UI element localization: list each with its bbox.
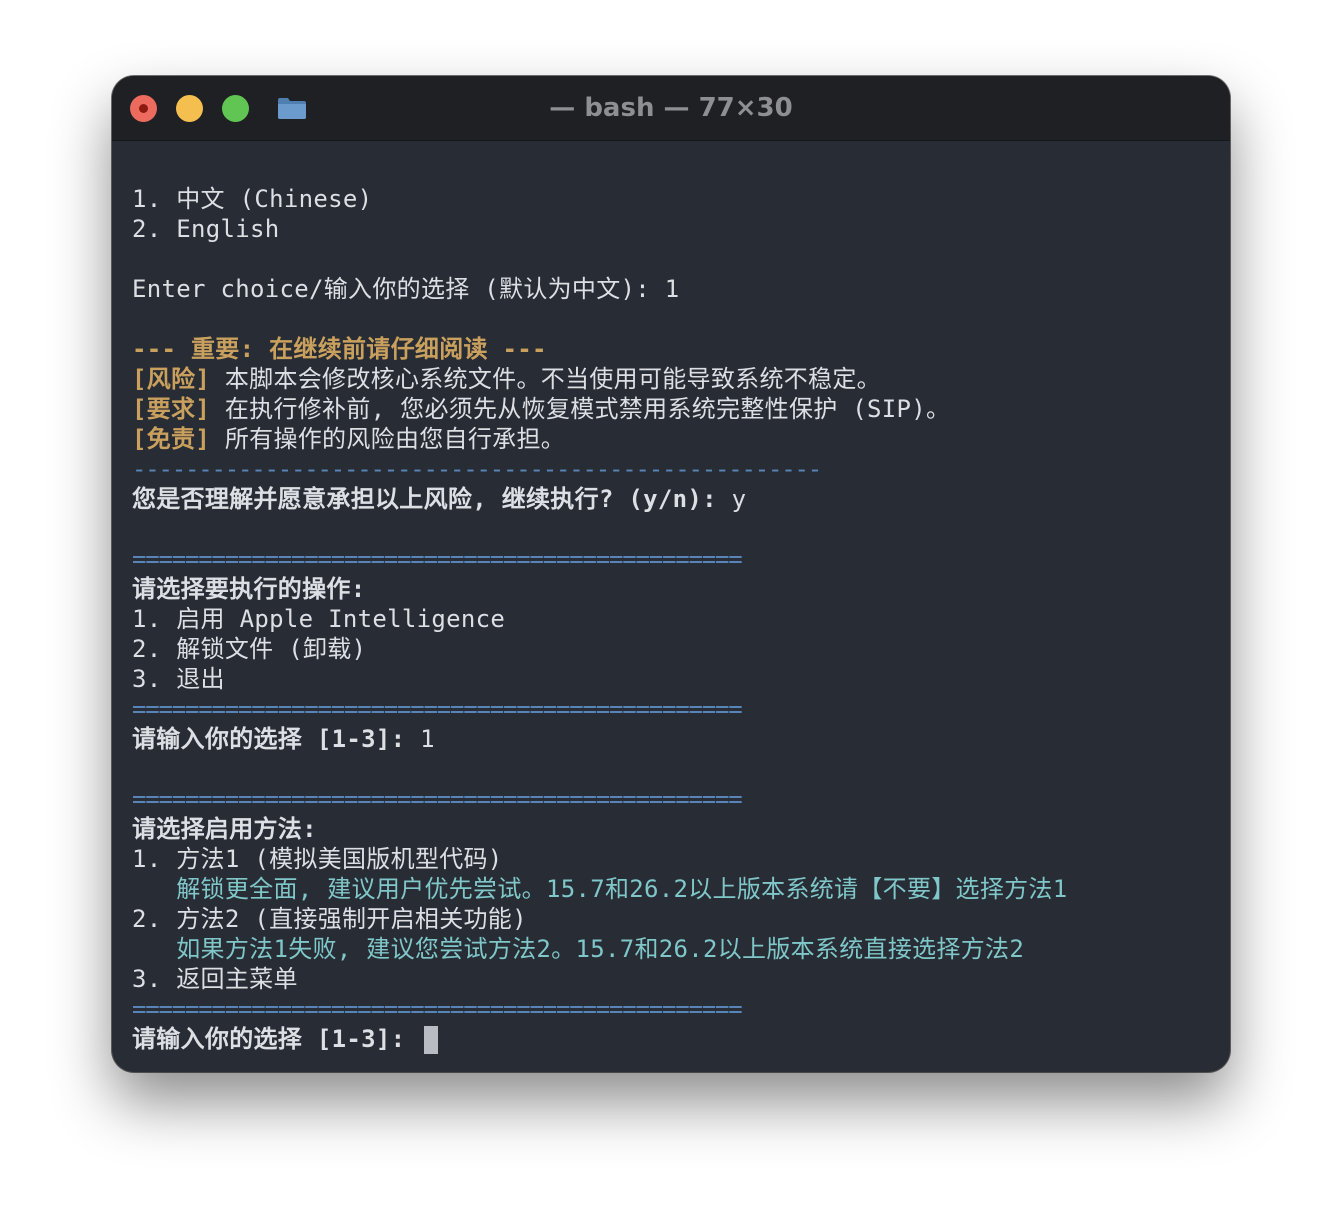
method-option-2: 2. 方法2 (直接强制开启相关功能) (132, 905, 527, 933)
language-prompt: Enter choice/输入你的选择 (默认为中文): (132, 275, 665, 303)
menu-prompt: 请输入你的选择 [1-3]: (132, 725, 421, 753)
equals-separator: ========================================… (132, 785, 743, 813)
title-bar[interactable]: — bash — 77×30 (112, 76, 1230, 141)
menu-option-enable: 1. 启用 Apple Intelligence (132, 605, 506, 633)
equals-separator: ========================================… (132, 545, 743, 573)
language-input-value: 1 (664, 275, 680, 303)
final-prompt-line[interactable]: 请输入你的选择 [1-3]: (132, 1024, 1210, 1054)
method-option-1-hint: 解锁更全面, 建议用户优先尝试。15.7和26.2以上版本系统请【不要】选择方法… (132, 875, 1068, 903)
terminal-window: — bash — 77×30 1. 中文 (Chinese) 2. Englis… (112, 76, 1230, 1072)
requirement-tag: [要求] (132, 395, 211, 423)
risk-line: [风险] 本脚本会修改核心系统文件。不当使用可能导致系统不稳定。 (132, 364, 1210, 394)
risk-text: 本脚本会修改核心系统文件。不当使用可能导致系统不稳定。 (210, 365, 881, 393)
window-title: — bash — 77×30 (549, 93, 793, 123)
method-title: 请选择启用方法: (132, 815, 317, 843)
disclaimer-line: [免责] 所有操作的风险由您自行承担。 (132, 424, 1210, 454)
menu-option-exit: 3. 退出 (132, 665, 225, 693)
risk-tag: [风险] (132, 365, 211, 393)
confirm-prompt: 您是否理解并愿意承担以上风险, 继续执行? (y/n): (132, 485, 732, 513)
menu-option-unlock: 2. 解锁文件 (卸载) (132, 635, 367, 663)
terminal-output[interactable]: 1. 中文 (Chinese) 2. English Enter choice/… (132, 184, 1210, 1054)
dash-separator: ----------------------------------------… (132, 455, 822, 483)
method-option-2-hint: 如果方法1失败, 建议您尝试方法2。15.7和26.2以上版本系统直接选择方法2 (132, 935, 1025, 963)
language-prompt-line: Enter choice/输入你的选择 (默认为中文): 1 (132, 274, 1210, 304)
method-option-1: 1. 方法1 (模拟美国版机型代码) (132, 845, 503, 873)
final-prompt: 请输入你的选择 [1-3]: (132, 1025, 421, 1053)
menu-title: 请选择要执行的操作: (132, 575, 366, 603)
method-option-back: 3. 返回主菜单 (132, 965, 298, 993)
disclaimer-tag: [免责] (132, 425, 211, 453)
requirement-line: [要求] 在执行修补前, 您必须先从恢复模式禁用系统完整性保护 (SIP)。 (132, 394, 1210, 424)
text-cursor[interactable] (424, 1026, 439, 1054)
disclaimer-text: 所有操作的风险由您自行承担。 (210, 425, 566, 453)
language-option-chinese: 1. 中文 (Chinese) (132, 185, 373, 213)
menu-prompt-line: 请输入你的选择 [1-3]: 1 (132, 724, 1210, 754)
confirm-input-value: y (731, 485, 747, 513)
equals-separator: ========================================… (132, 695, 743, 723)
requirement-text: 在执行修补前, 您必须先从恢复模式禁用系统完整性保护 (SIP)。 (210, 395, 951, 423)
important-header: --- 重要: 在继续前请仔细阅读 --- (132, 335, 547, 363)
language-option-english: 2. English (132, 215, 280, 243)
confirm-prompt-line: 您是否理解并愿意承担以上风险, 继续执行? (y/n): y (132, 484, 1210, 514)
menu-input-value: 1 (420, 725, 435, 753)
equals-separator: ========================================… (132, 995, 743, 1023)
